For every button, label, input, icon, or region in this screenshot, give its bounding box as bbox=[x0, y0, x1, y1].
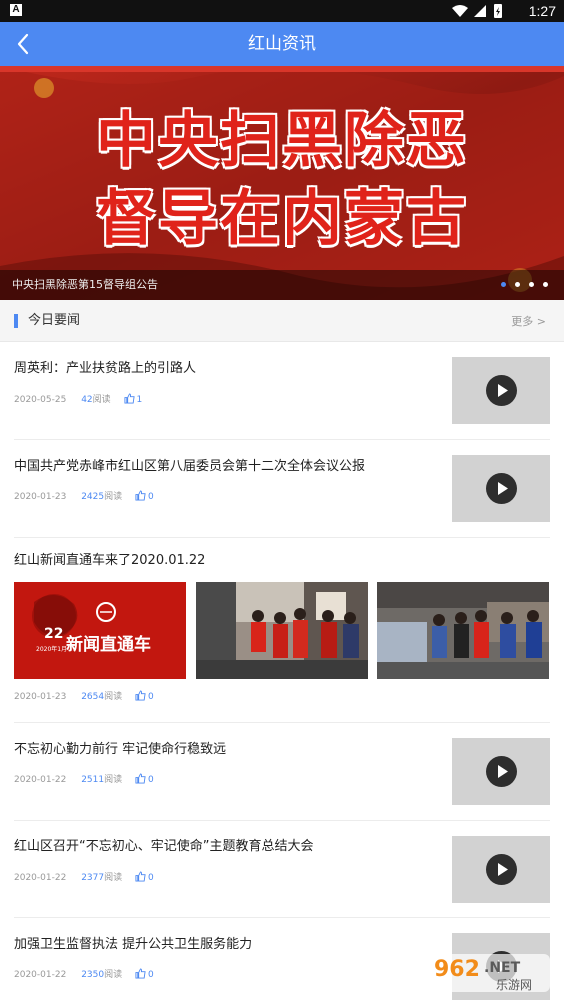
banner-caption-bar: 中央扫黑除恶第15督导组公告 bbox=[0, 270, 564, 300]
like-count: 1 bbox=[136, 395, 143, 405]
news-item[interactable]: 红山区召开“不忘初心、牢记使命”主题教育总结大会 2020-01-22 2377… bbox=[14, 821, 550, 918]
thumbs-up-icon bbox=[135, 690, 146, 701]
news-meta: 2020-01-23 2425阅读 0 bbox=[14, 490, 154, 504]
like-button[interactable]: 1 bbox=[123, 393, 143, 407]
more-link[interactable]: 更多 > bbox=[511, 314, 546, 330]
play-icon bbox=[486, 854, 517, 885]
video-thumbnail[interactable] bbox=[452, 357, 550, 424]
video-thumbnail[interactable] bbox=[452, 836, 550, 903]
play-icon bbox=[486, 375, 517, 406]
news-title: 红山区召开“不忘初心、牢记使命”主题教育总结大会 bbox=[14, 839, 314, 854]
section-accent-bar bbox=[14, 314, 18, 328]
poster-date-text: 22 bbox=[44, 626, 64, 642]
news-title: 红山新闻直通车来了2020.01.22 bbox=[14, 553, 206, 568]
play-icon bbox=[486, 473, 517, 504]
thumbs-up-icon bbox=[135, 773, 146, 784]
site-watermark-logo: 962 .NET 乐游网 bbox=[426, 950, 556, 996]
news-meta: 2020-01-23 2654阅读 0 bbox=[14, 690, 154, 704]
photo-gallery: 22 2020年1月 新闻直通车 bbox=[14, 582, 550, 679]
like-button[interactable]: 0 bbox=[135, 871, 154, 885]
thumbs-up-icon bbox=[135, 871, 146, 882]
volunteers-photo-image bbox=[196, 582, 368, 679]
news-read-count: 2350阅读 bbox=[81, 970, 123, 980]
like-button[interactable]: 0 bbox=[135, 968, 154, 982]
watermark-logo-image: 962 .NET 乐游网 bbox=[426, 954, 550, 992]
news-item[interactable]: 红山新闻直通车来了2020.01.22 22 2020年1月 新闻直通车 202… bbox=[14, 538, 550, 723]
carousel-dot-4[interactable] bbox=[543, 282, 548, 287]
carousel-dot-2[interactable] bbox=[515, 282, 520, 287]
banner-caption: 中央扫黑除恶第15督导组公告 bbox=[12, 278, 158, 291]
thumbs-up-icon bbox=[135, 968, 146, 979]
news-date: 2020-01-22 bbox=[14, 775, 67, 785]
news-date: 2020-01-22 bbox=[14, 873, 67, 883]
news-meta: 2020-05-25 42阅读 1 bbox=[14, 393, 142, 407]
status-bar: A 1:27 bbox=[0, 0, 564, 22]
banner-headline-line1: 中央扫黑除恶 bbox=[96, 106, 468, 176]
news-photo[interactable]: 22 2020年1月 新闻直通车 bbox=[14, 582, 186, 679]
news-title: 加强卫生监督执法 提升公共卫生服务能力 bbox=[14, 937, 253, 952]
app-header: 红山资讯 bbox=[0, 22, 564, 66]
news-item[interactable]: 不忘初心勤力前行 牢记使命行稳致远 2020-01-22 2511阅读 0 bbox=[14, 723, 550, 821]
news-read-count: 2654阅读 bbox=[81, 692, 123, 702]
like-count: 0 bbox=[147, 873, 154, 883]
news-meta: 2020-01-22 2350阅读 0 bbox=[14, 968, 154, 982]
like-count: 0 bbox=[147, 492, 154, 502]
banner-carousel[interactable]: 中央扫黑除恶 督导在内蒙古 中央扫黑除恶第15督导组公告 bbox=[0, 66, 564, 300]
carousel-indicator bbox=[492, 282, 548, 288]
svg-text:962: 962 bbox=[434, 957, 480, 982]
carousel-dot-3[interactable] bbox=[529, 282, 534, 287]
section-header-today-news: 今日要闻 更多 > bbox=[0, 300, 564, 342]
wifi-icon bbox=[452, 5, 468, 17]
like-count: 0 bbox=[147, 775, 154, 785]
news-read-count: 2377阅读 bbox=[81, 873, 123, 883]
news-read-count: 2511阅读 bbox=[81, 775, 123, 785]
section-title: 今日要闻 bbox=[28, 313, 81, 328]
play-icon bbox=[486, 756, 517, 787]
news-title: 周英利：产业扶贫路上的引路人 bbox=[14, 361, 197, 376]
notification-icon: A bbox=[10, 4, 22, 16]
news-date: 2020-01-23 bbox=[14, 692, 67, 702]
like-count: 0 bbox=[147, 970, 154, 980]
news-item[interactable]: 周英利：产业扶贫路上的引路人 2020-05-25 42阅读 1 bbox=[14, 343, 550, 440]
status-icons bbox=[452, 4, 502, 18]
news-item[interactable]: 中国共产党赤峰市红山区第八届委员会第十二次全体会议公报 2020-01-23 2… bbox=[14, 440, 550, 538]
carousel-dot-1[interactable] bbox=[501, 282, 506, 287]
like-button[interactable]: 0 bbox=[135, 490, 154, 504]
like-button[interactable]: 0 bbox=[135, 690, 154, 704]
poster-label: 新闻直通车 bbox=[66, 635, 151, 655]
news-meta: 2020-01-22 2377阅读 0 bbox=[14, 871, 154, 885]
thumbs-up-icon bbox=[135, 490, 146, 501]
news-date: 2020-01-22 bbox=[14, 970, 67, 980]
news-date: 2020-05-25 bbox=[14, 395, 67, 405]
like-button[interactable]: 0 bbox=[135, 773, 154, 787]
community-photo-image bbox=[377, 582, 549, 679]
news-read-count: 42阅读 bbox=[81, 395, 111, 405]
page-title: 红山资讯 bbox=[248, 34, 316, 54]
news-title: 中国共产党赤峰市红山区第八届委员会第十二次全体会议公报 bbox=[14, 459, 366, 474]
news-read-count: 2425阅读 bbox=[81, 492, 123, 502]
svg-text:.NET: .NET bbox=[484, 960, 521, 976]
news-meta: 2020-01-22 2511阅读 0 bbox=[14, 773, 154, 787]
video-thumbnail[interactable] bbox=[452, 738, 550, 805]
poster-date-sub: 2020年1月 bbox=[36, 646, 68, 653]
banner-headline-line2: 督导在内蒙古 bbox=[96, 184, 468, 254]
svg-text:乐游网: 乐游网 bbox=[496, 978, 532, 992]
news-date: 2020-01-23 bbox=[14, 492, 67, 502]
video-thumbnail[interactable] bbox=[452, 455, 550, 522]
thumbs-up-icon bbox=[123, 393, 135, 404]
news-photo[interactable] bbox=[377, 582, 549, 679]
signal-icon bbox=[474, 5, 486, 17]
news-title: 不忘初心勤力前行 牢记使命行稳致远 bbox=[14, 742, 227, 757]
like-count: 0 bbox=[147, 692, 154, 702]
news-photo[interactable] bbox=[196, 582, 368, 679]
status-time: 1:27 bbox=[528, 3, 556, 19]
